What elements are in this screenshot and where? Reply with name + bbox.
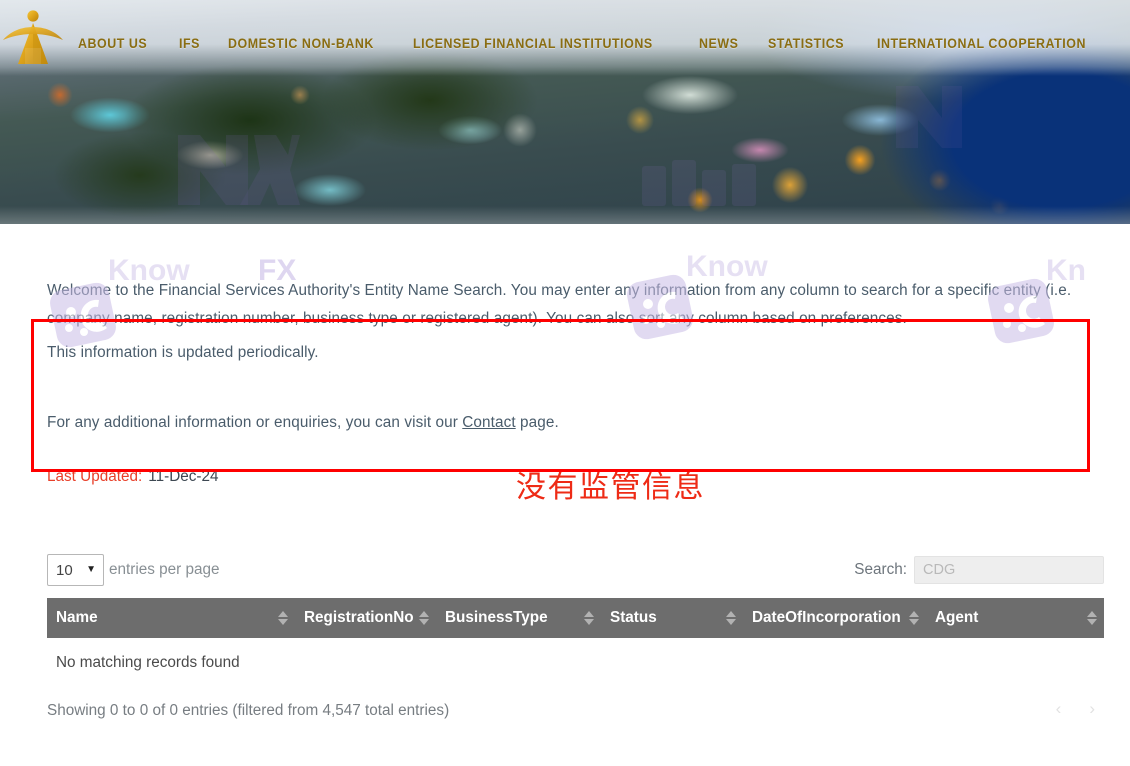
- nav-about-us[interactable]: ABOUT US: [66, 36, 159, 51]
- welcome-paragraph: Welcome to the Financial Services Author…: [47, 282, 1072, 328]
- sort-icon: [1087, 611, 1097, 625]
- table-head: Name RegistrationNo BusinessType Status …: [47, 598, 1104, 639]
- datatable-controls: 10 25 50 100 ▼ entries per page Search:: [47, 554, 1104, 598]
- sort-icon: [726, 611, 736, 625]
- nav-contact-us[interactable]: CONTACT US: [1118, 36, 1130, 51]
- col-agent[interactable]: Agent: [926, 598, 1104, 639]
- entries-select-wrapper: 10 25 50 100 ▼: [47, 554, 104, 586]
- col-status[interactable]: Status: [601, 598, 743, 639]
- empty-message: No matching records found: [47, 638, 1104, 689]
- datatable-footer: Showing 0 to 0 of 0 entries (filtered fr…: [47, 696, 1104, 736]
- table-row-empty: No matching records found: [47, 638, 1104, 689]
- col-registration-no[interactable]: RegistrationNo: [295, 598, 436, 639]
- search-label: Search:: [854, 561, 907, 578]
- table-header-row: Name RegistrationNo BusinessType Status …: [47, 598, 1104, 639]
- col-name-label: Name: [56, 609, 98, 626]
- pagination-prev-button[interactable]: ‹: [1049, 696, 1069, 721]
- last-updated: Last Updated: 11-Dec-24: [47, 468, 219, 486]
- nav-international-cooperation[interactable]: INTERNATIONAL COOPERATION: [865, 36, 1098, 51]
- search-control: Search:: [854, 556, 1104, 584]
- annotation-text: 没有监管信息: [516, 470, 705, 505]
- col-name[interactable]: Name: [47, 598, 295, 639]
- last-updated-label: Last Updated:: [47, 468, 143, 485]
- contact-link[interactable]: Contact: [462, 414, 515, 431]
- pagination-next-button[interactable]: ›: [1082, 696, 1102, 721]
- pagination: ‹ ›: [1049, 696, 1102, 721]
- col-business-type-label: BusinessType: [445, 609, 548, 626]
- contact-prefix-text: For any additional information or enquir…: [47, 414, 463, 432]
- col-status-label: Status: [610, 609, 657, 626]
- nav-ifs[interactable]: IFS: [167, 36, 212, 51]
- table-body: No matching records found: [47, 638, 1104, 689]
- entries-per-page-label: entries per page: [109, 561, 220, 578]
- nav-news[interactable]: NEWS: [687, 36, 750, 51]
- length-control: 10 25 50 100 ▼ entries per page: [47, 554, 220, 586]
- col-date-of-incorporation-label: DateOfIncorporation: [752, 609, 901, 626]
- sort-icon: [584, 611, 594, 625]
- main-navigation: ABOUT US IFS DOMESTIC NON-BANK LICENSED …: [0, 0, 1130, 78]
- nav-licensed-financial-institutions[interactable]: LICENSED FINANCIAL INSTITUTIONS: [401, 36, 665, 51]
- contact-suffix-text: page.: [515, 414, 559, 432]
- col-agent-label: Agent: [935, 609, 979, 626]
- sort-icon: [909, 611, 919, 625]
- site-logo[interactable]: [0, 0, 66, 78]
- entity-search-datatable: 10 25 50 100 ▼ entries per page Search:: [47, 554, 1104, 736]
- col-date-of-incorporation[interactable]: DateOfIncorporation: [743, 598, 926, 639]
- update-note-paragraph: This information is updated periodically…: [47, 344, 319, 362]
- fsa-figure-logo-icon: [3, 10, 63, 64]
- nav-statistics[interactable]: STATISTICS: [756, 36, 856, 51]
- hero-bottom-overlay: [0, 206, 1130, 224]
- col-registration-no-label: RegistrationNo: [304, 609, 414, 626]
- last-updated-value: 11-Dec-24: [148, 468, 219, 485]
- page-root: ABOUT US IFS DOMESTIC NON-BANK LICENSED …: [0, 0, 1130, 766]
- entries-per-page-select[interactable]: 10 25 50 100: [47, 554, 104, 586]
- nav-links: ABOUT US IFS DOMESTIC NON-BANK LICENSED …: [66, 0, 1130, 78]
- contact-paragraph: For any additional information or enquir…: [47, 409, 559, 437]
- sort-icon: [419, 611, 429, 625]
- table-info: Showing 0 to 0 of 0 entries (filtered fr…: [47, 702, 450, 719]
- sort-icon: [278, 611, 288, 625]
- results-table: Name RegistrationNo BusinessType Status …: [47, 598, 1104, 689]
- nav-domestic-non-bank[interactable]: DOMESTIC NON-BANK: [216, 36, 386, 51]
- col-business-type[interactable]: BusinessType: [436, 598, 601, 639]
- search-input[interactable]: [914, 556, 1104, 584]
